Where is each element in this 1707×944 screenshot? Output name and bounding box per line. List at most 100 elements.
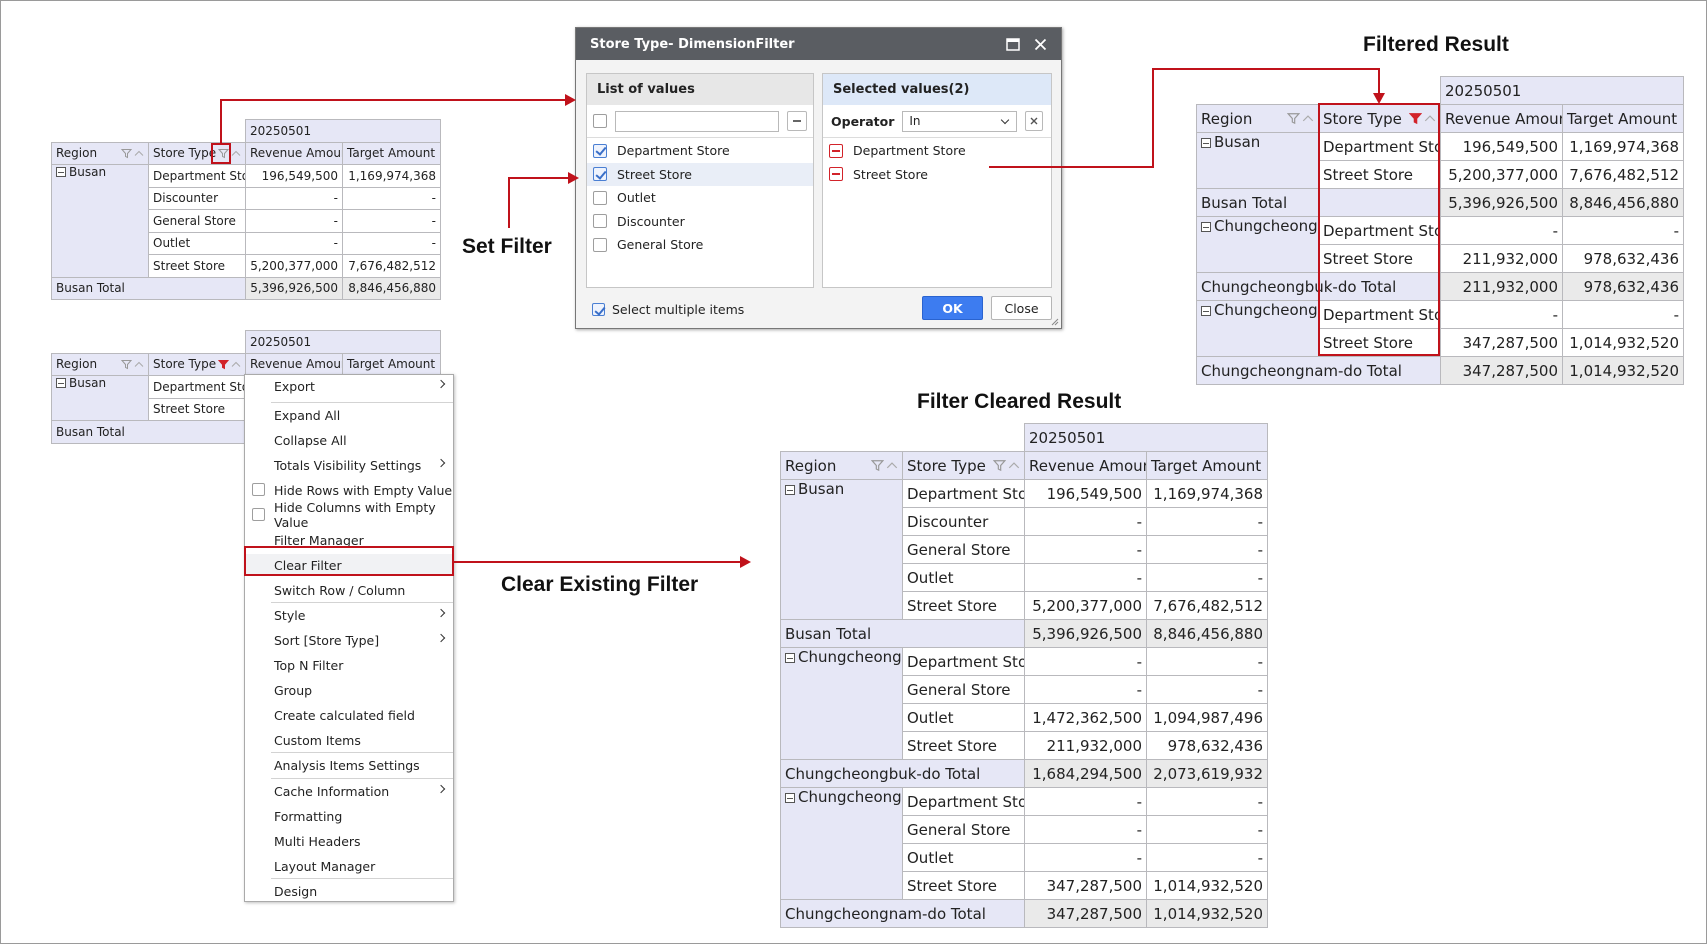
menu-item-design[interactable]: Design xyxy=(245,880,453,902)
collapse-icon[interactable] xyxy=(1201,306,1211,316)
store-type-header[interactable]: Store Type xyxy=(148,352,246,376)
list-item[interactable]: General Store xyxy=(587,233,813,257)
collapse-icon[interactable] xyxy=(785,485,795,495)
filter-icon[interactable] xyxy=(871,459,884,472)
menu-item-create-calculated-field[interactable]: Create calculated field xyxy=(245,704,453,726)
target-header[interactable]: Target Amount xyxy=(1145,451,1269,480)
list-item[interactable]: Discounter xyxy=(587,210,813,234)
region-cell[interactable]: Chungcheongb xyxy=(780,647,903,760)
sort-icon[interactable] xyxy=(886,459,898,472)
revenue-header[interactable]: Revenue Amount xyxy=(245,352,343,376)
collapse-icon[interactable] xyxy=(1201,138,1211,148)
menu-divider xyxy=(271,778,453,779)
sort-icon[interactable] xyxy=(1302,112,1314,125)
select-multiple-option[interactable]: Select multiple items xyxy=(592,302,744,317)
total-label: Busan Total xyxy=(51,276,246,300)
menu-item-totals-visibility[interactable]: Totals Visibility Settings xyxy=(245,454,453,476)
dialog-titlebar[interactable]: Store Type- DimensionFilter xyxy=(576,28,1061,60)
menu-item-cache-information[interactable]: Cache Information xyxy=(245,780,453,802)
menu-item-hide-empty-rows[interactable]: Hide Rows with Empty Value xyxy=(245,479,453,501)
close-icon[interactable] xyxy=(1034,38,1047,51)
operator-select[interactable]: In xyxy=(902,110,1017,132)
target-cell: 1,169,974,368 xyxy=(341,164,442,188)
resize-grip-icon[interactable] xyxy=(1051,318,1059,326)
maximize-icon[interactable] xyxy=(1006,37,1020,51)
total-revenue: 347,287,500 xyxy=(1440,356,1563,385)
menu-item-collapse-all[interactable]: Collapse All xyxy=(245,429,453,451)
target-cell: - xyxy=(1145,507,1269,536)
menu-item-custom-items[interactable]: Custom Items xyxy=(245,729,453,751)
collapse-button[interactable] xyxy=(787,111,807,131)
search-input[interactable] xyxy=(615,110,779,132)
checkbox[interactable] xyxy=(252,483,265,496)
close-button[interactable]: Close xyxy=(991,296,1052,320)
menu-item-formatting[interactable]: Formatting xyxy=(245,805,453,827)
sort-icon[interactable] xyxy=(134,359,144,370)
remove-icon[interactable] xyxy=(829,167,843,182)
menu-item-expand-all[interactable]: Expand All xyxy=(245,404,453,426)
collapse-icon[interactable] xyxy=(785,793,795,803)
sort-icon[interactable] xyxy=(231,359,241,370)
total-target: 8,846,456,880 xyxy=(1145,619,1269,648)
collapse-icon[interactable] xyxy=(56,378,66,388)
menu-item-layout-manager[interactable]: Layout Manager xyxy=(245,855,453,877)
menu-item-sort[interactable]: Sort [Store Type] xyxy=(245,629,453,651)
region-header[interactable]: Region xyxy=(780,451,903,480)
menu-item-analysis-items-settings[interactable]: Analysis Items Settings xyxy=(245,754,453,776)
checkbox[interactable] xyxy=(592,303,605,316)
checkbox[interactable] xyxy=(593,167,607,182)
target-header[interactable]: Target Amount xyxy=(1561,104,1685,133)
sort-icon[interactable] xyxy=(231,148,241,159)
remove-icon[interactable] xyxy=(829,143,843,158)
region-cell[interactable]: Busan xyxy=(51,164,149,278)
checkbox[interactable] xyxy=(593,237,607,252)
collapse-icon[interactable] xyxy=(56,167,66,177)
checkbox[interactable] xyxy=(593,143,607,158)
list-item[interactable]: Department Store xyxy=(587,139,813,163)
ok-button[interactable]: OK xyxy=(922,296,983,320)
store-type-header[interactable]: Store Type xyxy=(902,451,1025,480)
region-cell[interactable]: Chungcheongn xyxy=(1196,300,1319,357)
collapse-icon[interactable] xyxy=(785,653,795,663)
region-cell[interactable]: Chungcheongn xyxy=(780,787,903,900)
checkbox[interactable] xyxy=(252,508,265,521)
region-header[interactable]: Region xyxy=(1196,104,1319,133)
clear-selected-button[interactable] xyxy=(1024,111,1043,131)
list-item[interactable]: Street Store xyxy=(587,162,813,186)
menu-item-top-n-filter[interactable]: Top N Filter xyxy=(245,654,453,676)
revenue-header[interactable]: Revenue Amount xyxy=(1440,104,1563,133)
revenue-header[interactable]: Revenue Amount xyxy=(245,141,343,165)
menu-item-hide-empty-columns[interactable]: Hide Columns with Empty Value xyxy=(245,500,453,530)
target-header[interactable]: Target Amount xyxy=(341,352,442,376)
revenue-cell: - xyxy=(1024,675,1147,704)
menu-item-multi-headers[interactable]: Multi Headers xyxy=(245,830,453,852)
filter-icon[interactable] xyxy=(1287,112,1300,125)
list-item[interactable]: Outlet xyxy=(587,186,813,210)
collapse-icon[interactable] xyxy=(1201,222,1211,232)
region-cell[interactable]: Busan xyxy=(51,375,149,421)
sort-icon[interactable] xyxy=(134,148,144,159)
arrow-head-icon xyxy=(568,172,579,184)
menu-item-export[interactable]: Export xyxy=(245,375,453,397)
region-cell[interactable]: Chungcheongb xyxy=(1196,216,1319,273)
arrow-line xyxy=(1152,68,1380,70)
revenue-header[interactable]: Revenue Amount xyxy=(1024,451,1147,480)
select-all-checkbox[interactable] xyxy=(593,114,607,128)
menu-item-style[interactable]: Style xyxy=(245,604,453,626)
active-filter-icon[interactable] xyxy=(218,359,229,370)
sort-icon[interactable] xyxy=(1008,459,1020,472)
filter-icon[interactable] xyxy=(121,359,132,370)
region-header[interactable]: Region xyxy=(51,352,149,376)
menu-item-group[interactable]: Group xyxy=(245,679,453,701)
menu-item-switch-row-column[interactable]: Switch Row / Column xyxy=(245,579,453,601)
region-cell[interactable]: Busan xyxy=(1196,132,1319,189)
filter-icon[interactable] xyxy=(993,459,1006,472)
checkbox[interactable] xyxy=(593,190,607,205)
filter-icon[interactable] xyxy=(121,148,132,159)
region-header[interactable]: Region xyxy=(51,141,149,165)
region-cell[interactable]: Busan xyxy=(780,479,903,620)
checkbox[interactable] xyxy=(593,214,607,229)
total-revenue: 347,287,500 xyxy=(1024,899,1147,928)
target-header[interactable]: Target Amount xyxy=(341,141,442,165)
selected-item[interactable]: Department Store xyxy=(823,139,1051,163)
